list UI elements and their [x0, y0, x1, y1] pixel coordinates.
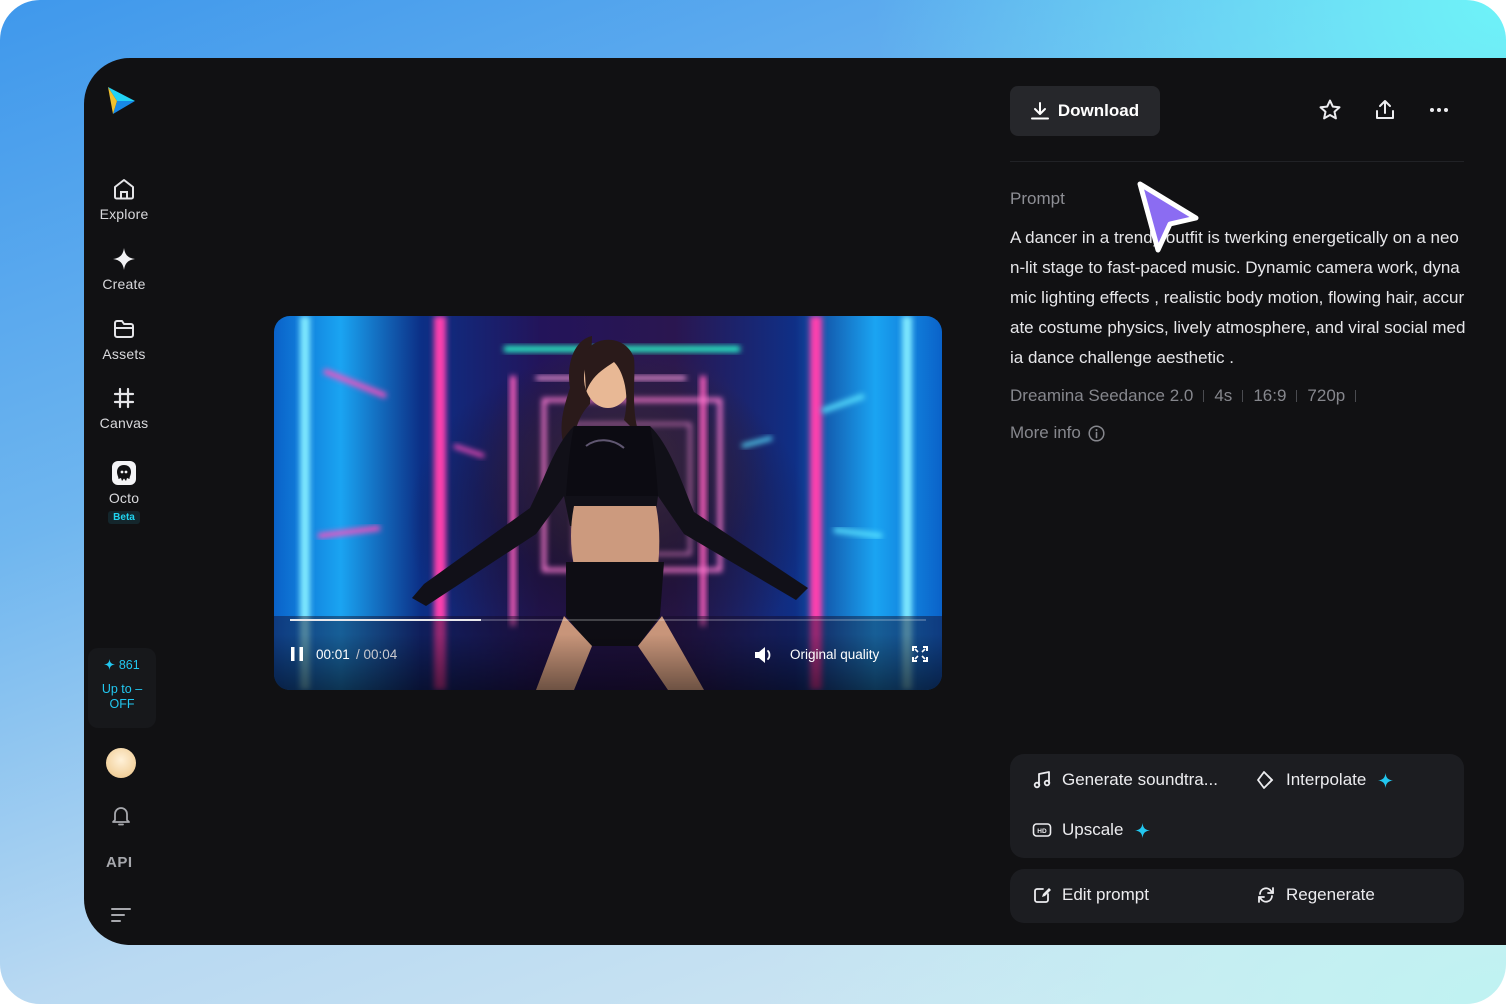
sidebar-item-explore[interactable]: Explore: [84, 176, 164, 222]
promo-off-text: OFF: [109, 697, 135, 711]
sidebar-item-label: Canvas: [99, 415, 149, 431]
sparkle-icon: [1378, 772, 1394, 788]
share-icon[interactable]: [1373, 98, 1397, 122]
regenerate-label: Regenerate: [1286, 885, 1375, 904]
avatar[interactable]: [106, 748, 136, 778]
bell-icon[interactable]: [108, 802, 134, 828]
pause-icon[interactable]: [290, 647, 304, 661]
interpolate-button[interactable]: Interpolate: [1256, 770, 1394, 790]
promo-text: Up to –: [101, 682, 143, 696]
duration: 4s: [1214, 386, 1233, 405]
edit-icon: [1034, 888, 1051, 903]
sidebar-item-create[interactable]: Create: [84, 246, 164, 292]
folder-icon: [114, 320, 134, 338]
sparkle-icon: [113, 248, 135, 270]
generation-meta: Dreamina Seedance 2.0 4s 16:9 720p: [1010, 386, 1366, 406]
generate-soundtrack-label: Generate soundtra...: [1062, 770, 1218, 789]
mouse-cursor-icon: [1137, 181, 1199, 253]
regenerate-button[interactable]: Regenerate: [1256, 885, 1375, 905]
music-note-icon: [1033, 771, 1051, 789]
credits-card[interactable]: 861 Up to – OFF: [88, 648, 156, 728]
sidebar-item-canvas[interactable]: Canvas: [84, 385, 164, 431]
resolution: 720p: [1307, 386, 1346, 405]
generate-soundtrack-button[interactable]: Generate soundtra...: [1032, 770, 1218, 790]
meta-separator: [1355, 390, 1357, 402]
canvas-icon: [113, 387, 135, 409]
upscale-label: Upscale: [1062, 820, 1124, 839]
download-icon: [1030, 102, 1049, 120]
regenerate-icon: [1258, 887, 1274, 903]
model-name: Dreamina Seedance 2.0: [1010, 386, 1194, 405]
sidebar-item-label: Explore: [99, 206, 149, 222]
prompt-label: Prompt: [1010, 189, 1065, 208]
home-icon: [114, 179, 134, 200]
sparkle-icon: [104, 659, 116, 670]
star-icon[interactable]: [1318, 98, 1342, 122]
enhance-actions-card: Generate soundtra... Interpolate HD Upsc…: [1010, 754, 1464, 858]
sidebar-item-label: Assets: [102, 346, 146, 362]
edit-prompt-label: Edit prompt: [1062, 885, 1149, 904]
interpolate-label: Interpolate: [1286, 770, 1367, 789]
meta-separator: [1296, 390, 1298, 402]
api-link[interactable]: API: [106, 854, 133, 871]
edit-prompt-button[interactable]: Edit prompt: [1032, 885, 1149, 905]
video-progress-fill: [290, 619, 481, 621]
sidebar-item-assets[interactable]: Assets: [84, 316, 164, 362]
prompt-text: A dancer in a trendy outfit is twerking …: [1010, 228, 1466, 367]
download-label: Download: [1057, 101, 1140, 120]
meta-separator: [1203, 390, 1205, 402]
background-frame: Explore Create Assets Canvas Octo Beta 8…: [0, 0, 1506, 1004]
sidebar-item-label: Create: [102, 276, 146, 292]
sidebar-item-label: Octo: [108, 490, 140, 506]
video-player[interactable]: 00:01 / 00:04 Original quality: [274, 316, 942, 690]
prompt-actions-card: Edit prompt Regenerate: [1010, 869, 1464, 923]
video-progress-bar[interactable]: [290, 619, 926, 621]
app-logo-icon[interactable]: [104, 84, 138, 118]
total-time: / 00:04: [356, 647, 398, 662]
hd-icon: HD: [1032, 823, 1052, 837]
sidebar-item-octo[interactable]: Octo Beta: [84, 460, 164, 525]
aspect-ratio: 16:9: [1253, 386, 1287, 405]
svg-text:HD: HD: [1037, 828, 1047, 835]
octo-icon: [112, 461, 136, 485]
more-info-link[interactable]: More info: [1010, 423, 1105, 443]
sparkle-icon: [1135, 822, 1151, 838]
info-icon: [1088, 424, 1105, 442]
app-window: Explore Create Assets Canvas Octo Beta 8…: [84, 58, 1506, 945]
more-options-icon[interactable]: [1427, 98, 1451, 122]
menu-icon[interactable]: [110, 906, 132, 924]
credits-count-value: 861: [118, 658, 140, 672]
interpolate-icon: [1257, 771, 1274, 789]
quality-selector[interactable]: Original quality: [790, 647, 879, 662]
video-controls: 00:01 / 00:04 Original quality: [274, 634, 942, 690]
more-info-label: More info: [1010, 423, 1081, 442]
upscale-button[interactable]: HD Upscale: [1032, 820, 1151, 840]
meta-separator: [1242, 390, 1244, 402]
divider: [1010, 161, 1464, 162]
current-time: 00:01: [316, 647, 350, 662]
volume-icon[interactable]: [754, 646, 774, 664]
fullscreen-icon[interactable]: [912, 646, 928, 662]
credits-count: 861: [88, 658, 156, 673]
download-button[interactable]: Download: [1010, 86, 1160, 136]
beta-badge: Beta: [108, 511, 140, 524]
